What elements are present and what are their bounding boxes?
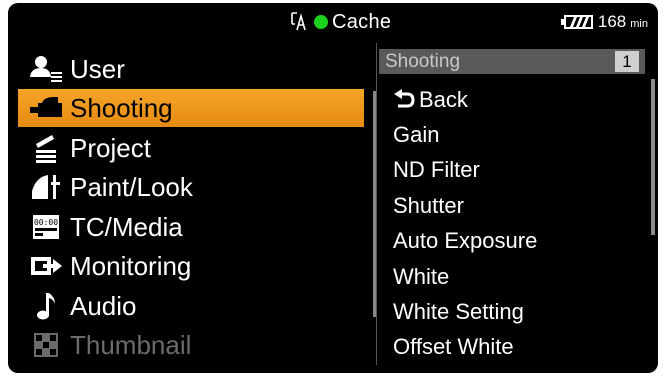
submenu-item-offset-white[interactable]: Offset White xyxy=(393,330,514,364)
menu-item-label: Monitoring xyxy=(70,250,192,281)
music-note-icon xyxy=(26,291,66,321)
submenu-title: Shooting xyxy=(385,50,461,72)
submenu-item-nd-filter[interactable]: ND Filter xyxy=(393,153,480,187)
menu-item-label: Shooting xyxy=(70,92,173,123)
paint-icon xyxy=(26,172,66,202)
submenu-scrollbar[interactable] xyxy=(651,79,655,235)
submenu-header: Shooting 1 xyxy=(379,49,645,74)
submenu-item-auto-exposure[interactable]: Auto Exposure xyxy=(393,224,537,258)
clapper-icon xyxy=(26,133,66,163)
menu-item-label: TC/Media xyxy=(70,211,183,242)
page-number-badge: 1 xyxy=(615,51,639,72)
thumbnail-grid-icon xyxy=(26,330,66,360)
menu-item-thumbnail[interactable]: Thumbnail xyxy=(18,326,364,364)
submenu-item-white-setting[interactable]: White Setting xyxy=(393,295,524,329)
status-bar: Cache 168 min xyxy=(8,3,658,41)
battery-status: 168 min xyxy=(560,11,648,33)
submenu-item-shutter[interactable]: Shutter xyxy=(393,189,464,223)
timecode-icon: 00:00 xyxy=(26,212,66,242)
battery-icon xyxy=(560,14,594,30)
submenu-back-label: Back xyxy=(419,87,468,112)
menu-item-monitoring[interactable]: Monitoring xyxy=(18,247,364,285)
menu-item-label: Audio xyxy=(70,290,137,321)
main-menu: User Shooting Project Paint/Look 00:00 T… xyxy=(18,43,377,365)
menu-item-audio[interactable]: Audio xyxy=(18,287,364,325)
submenu-item-white[interactable]: White xyxy=(393,260,449,294)
card-slot-icon xyxy=(290,11,310,33)
user-list-icon xyxy=(26,54,66,84)
menu-item-tc-media[interactable]: 00:00 TC/Media xyxy=(18,208,364,246)
battery-unit: min xyxy=(630,18,648,30)
battery-remaining: 168 xyxy=(597,12,627,31)
camera-screen: Cache 168 min User Shooting Project Pain… xyxy=(8,3,658,373)
svg-text:00:00: 00:00 xyxy=(34,218,58,227)
camera-icon xyxy=(26,93,66,123)
menu-item-project[interactable]: Project xyxy=(18,129,364,167)
submenu-back[interactable]: Back xyxy=(393,83,468,117)
submenu-item-gain[interactable]: Gain xyxy=(393,118,439,152)
submenu-panel: Shooting 1 Back Gain ND Filter Shutter A… xyxy=(376,43,655,365)
output-icon xyxy=(26,251,66,281)
media-status: Cache xyxy=(290,10,391,34)
back-arrow-icon xyxy=(393,89,415,111)
menu-item-label: User xyxy=(70,53,125,84)
menu-item-label: Project xyxy=(70,132,151,163)
menu-item-label: Thumbnail xyxy=(70,329,192,360)
record-indicator-icon xyxy=(314,15,328,29)
menu-item-paint-look[interactable]: Paint/Look xyxy=(18,168,364,206)
menu-item-shooting[interactable]: Shooting xyxy=(18,89,364,127)
menu-item-user[interactable]: User xyxy=(18,50,364,88)
menu-item-label: Paint/Look xyxy=(70,171,193,202)
cache-label: Cache xyxy=(332,10,392,33)
